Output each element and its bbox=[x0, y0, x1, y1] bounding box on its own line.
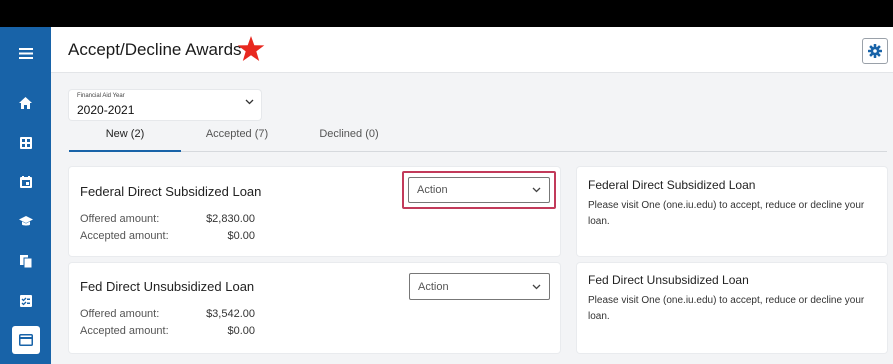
offered-amount-label: Offered amount: bbox=[80, 213, 160, 225]
aid-year-value: 2020-2021 bbox=[77, 103, 135, 117]
aid-year-label: Financial Aid Year bbox=[77, 93, 125, 99]
sidebar-item-documents[interactable] bbox=[0, 241, 51, 281]
accepted-amount-label: Accepted amount: bbox=[80, 325, 169, 337]
grid-icon bbox=[19, 137, 32, 149]
settings-button[interactable] bbox=[862, 38, 888, 64]
chevron-down-icon bbox=[532, 187, 541, 193]
sidebar-item-dashboard[interactable] bbox=[0, 123, 51, 163]
sidebar bbox=[0, 27, 51, 364]
chevron-down-icon bbox=[245, 99, 254, 105]
window-top-bar bbox=[0, 0, 893, 27]
card-icon bbox=[18, 334, 33, 346]
sidebar-item-academics[interactable] bbox=[0, 201, 51, 241]
tab-accepted[interactable]: Accepted (7) bbox=[181, 128, 293, 152]
menu-icon bbox=[18, 47, 33, 59]
documents-icon bbox=[19, 254, 32, 268]
sidebar-item-home[interactable] bbox=[0, 83, 51, 123]
accepted-amount-label: Accepted amount: bbox=[80, 230, 169, 242]
chevron-down-icon bbox=[532, 284, 541, 290]
award-action-select[interactable]: Action bbox=[409, 273, 550, 300]
award-card: Fed Direct Unsubsidized Loan Offered amo… bbox=[69, 263, 560, 353]
gear-icon bbox=[868, 44, 882, 58]
loan-info-text: Please visit One (one.iu.edu) to accept,… bbox=[588, 200, 865, 227]
award-tabs: New (2) Accepted (7) Declined (0) bbox=[69, 122, 887, 152]
offered-amount-label: Offered amount: bbox=[80, 308, 160, 320]
sidebar-item-calendar[interactable] bbox=[0, 162, 51, 202]
accepted-amount-value: $0.00 bbox=[227, 325, 255, 337]
loan-info-title: Federal Direct Subsidized Loan bbox=[588, 178, 756, 192]
calendar-icon bbox=[19, 176, 32, 188]
sidebar-menu-button[interactable] bbox=[0, 33, 51, 73]
offered-amount-value: $2,830.00 bbox=[206, 213, 255, 225]
loan-info-text: Please visit One (one.iu.edu) to accept,… bbox=[588, 295, 865, 322]
star-icon bbox=[237, 36, 265, 61]
action-select-value: Action bbox=[417, 184, 448, 196]
checklist-icon bbox=[19, 295, 32, 307]
sidebar-item-financial-aid[interactable] bbox=[0, 320, 51, 360]
tab-new[interactable]: New (2) bbox=[69, 128, 181, 152]
home-icon bbox=[19, 97, 32, 109]
sidebar-item-tasks[interactable] bbox=[0, 281, 51, 321]
offered-amount-value: $3,542.00 bbox=[206, 308, 255, 320]
page-header: Accept/Decline Awards bbox=[51, 27, 893, 73]
action-select-value: Action bbox=[418, 281, 449, 293]
aid-year-select[interactable]: Financial Aid Year 2020-2021 bbox=[69, 90, 261, 120]
accepted-amount-value: $0.00 bbox=[227, 230, 255, 242]
award-name: Fed Direct Unsubsidized Loan bbox=[80, 279, 255, 294]
loan-info-card: Fed Direct Unsubsidized Loan Please visi… bbox=[577, 263, 887, 353]
loan-info-title: Fed Direct Unsubsidized Loan bbox=[588, 273, 749, 287]
award-name: Federal Direct Subsidized Loan bbox=[80, 184, 262, 199]
graduation-cap-icon bbox=[18, 215, 33, 225]
award-action-select[interactable]: Action bbox=[408, 177, 550, 203]
loan-info-card: Federal Direct Subsidized Loan Please vi… bbox=[577, 167, 887, 256]
page-title: Accept/Decline Awards bbox=[68, 40, 242, 59]
tab-declined[interactable]: Declined (0) bbox=[293, 128, 405, 152]
award-card: Federal Direct Subsidized Loan Offered a… bbox=[69, 167, 560, 256]
